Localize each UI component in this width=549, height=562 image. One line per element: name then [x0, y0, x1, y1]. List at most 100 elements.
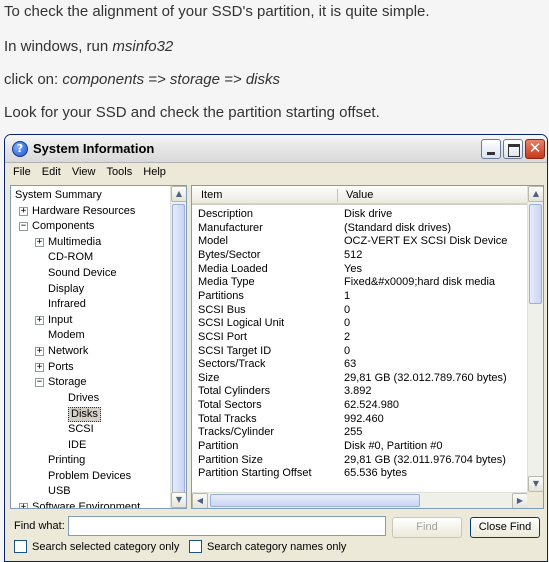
tree-item-multimedia[interactable]: Multimedia: [48, 236, 101, 249]
tree-item-disks[interactable]: Disks: [68, 407, 101, 423]
article-paragraph-2: In windows, run msinfo32: [4, 38, 173, 55]
list-horizontal-scrollbar[interactable]: ◀ ▶: [192, 492, 528, 508]
item-cell: SCSI Logical Unit: [198, 317, 285, 330]
find-input[interactable]: [68, 516, 386, 536]
scroll-right-arrow-icon[interactable]: ▶: [512, 493, 528, 508]
column-header-value[interactable]: Value: [346, 189, 373, 201]
table-row[interactable]: Partitions 1: [198, 289, 350, 303]
table-row[interactable]: Manufacturer (Standard disk drives): [198, 222, 451, 235]
table-row[interactable]: Model OCZ-VERT EX SCSI Disk Device: [198, 235, 507, 248]
details-list[interactable]: Item Value Description Disk drive Manufact…: [191, 185, 544, 509]
tree-item-printing[interactable]: Printing: [48, 454, 85, 467]
tree-item-drives[interactable]: Drives: [68, 392, 99, 405]
expand-plus-icon[interactable]: +: [35, 237, 44, 247]
table-row[interactable]: Media Loaded Yes: [198, 263, 362, 276]
table-row[interactable]: SCSI Target ID 0: [198, 344, 350, 358]
value-cell: 2: [344, 330, 351, 343]
tree-vertical-scrollbar[interactable]: ▲ ▼: [170, 186, 186, 508]
tree-item-system-summary[interactable]: System Summary: [15, 189, 102, 202]
tree-item-hardware-resources[interactable]: Hardware Resources: [32, 205, 135, 218]
table-row[interactable]: Partition Disk #0, Partition #0: [198, 440, 442, 453]
tree-item-cd-rom[interactable]: CD-ROM: [48, 251, 93, 264]
item-cell: Bytes/Sector: [198, 248, 261, 261]
close-find-button[interactable]: Close Find: [470, 517, 540, 538]
table-row[interactable]: SCSI Logical Unit 0: [198, 317, 350, 330]
expand-plus-icon[interactable]: +: [19, 206, 28, 216]
table-row[interactable]: Partition Starting Offset 65.536 bytes: [198, 467, 407, 480]
scroll-down-arrow-icon[interactable]: ▼: [171, 492, 186, 508]
scroll-left-arrow-icon[interactable]: ◀: [192, 493, 208, 508]
collapse-minus-icon[interactable]: −: [19, 222, 28, 232]
table-row[interactable]: Size 29,81 GB (32.012.789.760 bytes): [198, 372, 507, 385]
tree-item-ide[interactable]: IDE: [68, 439, 86, 452]
item-cell: Total Sectors: [198, 399, 262, 412]
tree-item-sound-device[interactable]: Sound Device: [48, 267, 117, 280]
menu-view[interactable]: View: [68, 163, 100, 178]
item-cell: Total Cylinders: [198, 385, 271, 398]
tree-item-scsi[interactable]: SCSI: [68, 423, 94, 436]
table-row[interactable]: Sectors/Track 63: [198, 358, 356, 371]
table-row[interactable]: Media Type Fixed&#x0009;hard disk media: [198, 276, 495, 289]
tree-item-problem-devices[interactable]: Problem Devices: [48, 470, 131, 483]
scroll-up-arrow-icon[interactable]: ▲: [171, 186, 186, 202]
item-cell: SCSI Port: [198, 330, 247, 343]
category-tree[interactable]: System Summary + Hardware Resources − Compon…: [10, 185, 187, 509]
tree-item-ports[interactable]: Ports: [48, 361, 74, 374]
list-hscroll-thumb[interactable]: [210, 494, 420, 507]
scroll-up-arrow-icon[interactable]: ▲: [528, 186, 543, 202]
value-cell: Disk #0, Partition #0: [344, 440, 443, 453]
search-selected-category-checkbox[interactable]: [14, 540, 27, 553]
value-cell: 0: [344, 344, 351, 357]
find-button[interactable]: Find: [392, 517, 462, 538]
table-row[interactable]: Total Sectors 62.524.980: [198, 399, 399, 412]
list-scroll-thumb[interactable]: [529, 204, 542, 304]
tree-item-components[interactable]: Components: [32, 220, 94, 233]
menu-file[interactable]: File: [9, 163, 35, 178]
expand-plus-icon[interactable]: +: [19, 503, 28, 508]
table-row[interactable]: Total Cylinders 3.892: [198, 385, 372, 398]
value-cell: 29,81 GB (32.012.789.760 bytes): [344, 371, 507, 384]
tree-item-usb[interactable]: USB: [48, 485, 71, 498]
item-cell: Model: [198, 235, 228, 248]
menu-tools[interactable]: Tools: [103, 163, 137, 178]
list-vertical-scrollbar[interactable]: ▲ ▼: [527, 186, 543, 492]
value-cell: 255: [344, 426, 363, 439]
expand-plus-icon[interactable]: +: [35, 315, 44, 325]
item-cell: SCSI Target ID: [198, 344, 272, 357]
article-text: In windows, run: [4, 38, 113, 55]
collapse-minus-icon[interactable]: −: [35, 378, 44, 388]
tree-item-modem[interactable]: Modem: [48, 329, 85, 342]
item-cell: Partitions: [198, 289, 244, 302]
table-row[interactable]: SCSI Bus 0: [198, 304, 350, 317]
value-cell: 992.460: [344, 412, 384, 425]
close-button[interactable]: ✕: [525, 139, 545, 159]
table-row[interactable]: Tracks/Cylinder 255: [198, 426, 362, 439]
column-divider[interactable]: [337, 189, 338, 202]
table-row[interactable]: Partition Size 29,81 GB (32.011.976.704 b…: [198, 454, 506, 467]
title-bar[interactable]: ? System Information ✕: [5, 135, 547, 163]
tree-item-network[interactable]: Network: [48, 345, 88, 358]
maximize-button[interactable]: [503, 139, 523, 159]
table-row[interactable]: SCSI Port 2: [198, 330, 350, 344]
table-row[interactable]: Bytes/Sector 512: [198, 248, 362, 262]
table-row[interactable]: Description Disk drive: [198, 208, 392, 221]
tree-item-display[interactable]: Display: [48, 283, 84, 296]
find-label: Find what:: [14, 520, 65, 532]
table-row[interactable]: Total Tracks 992.460: [198, 413, 384, 426]
column-header-item[interactable]: Item: [201, 189, 222, 201]
expand-plus-icon[interactable]: +: [35, 347, 44, 356]
menu-edit[interactable]: Edit: [38, 163, 65, 178]
tree-scroll-thumb[interactable]: [172, 204, 185, 494]
search-category-names-checkbox[interactable]: [189, 540, 202, 553]
scroll-down-arrow-icon[interactable]: ▼: [528, 476, 543, 492]
expand-plus-icon[interactable]: +: [35, 362, 44, 372]
menu-help[interactable]: Help: [139, 163, 170, 178]
tree-item-storage[interactable]: Storage: [48, 376, 87, 389]
menu-bar: File Edit View Tools Help: [5, 163, 547, 183]
tree-item-software-environment[interactable]: Software Environment: [32, 501, 140, 508]
minimize-button[interactable]: [481, 139, 501, 159]
tree-item-input[interactable]: Input: [48, 314, 72, 327]
value-cell: 512: [344, 248, 363, 261]
tree-item-infrared[interactable]: Infrared: [48, 298, 86, 311]
item-cell: Partition Starting Offset: [198, 467, 312, 480]
